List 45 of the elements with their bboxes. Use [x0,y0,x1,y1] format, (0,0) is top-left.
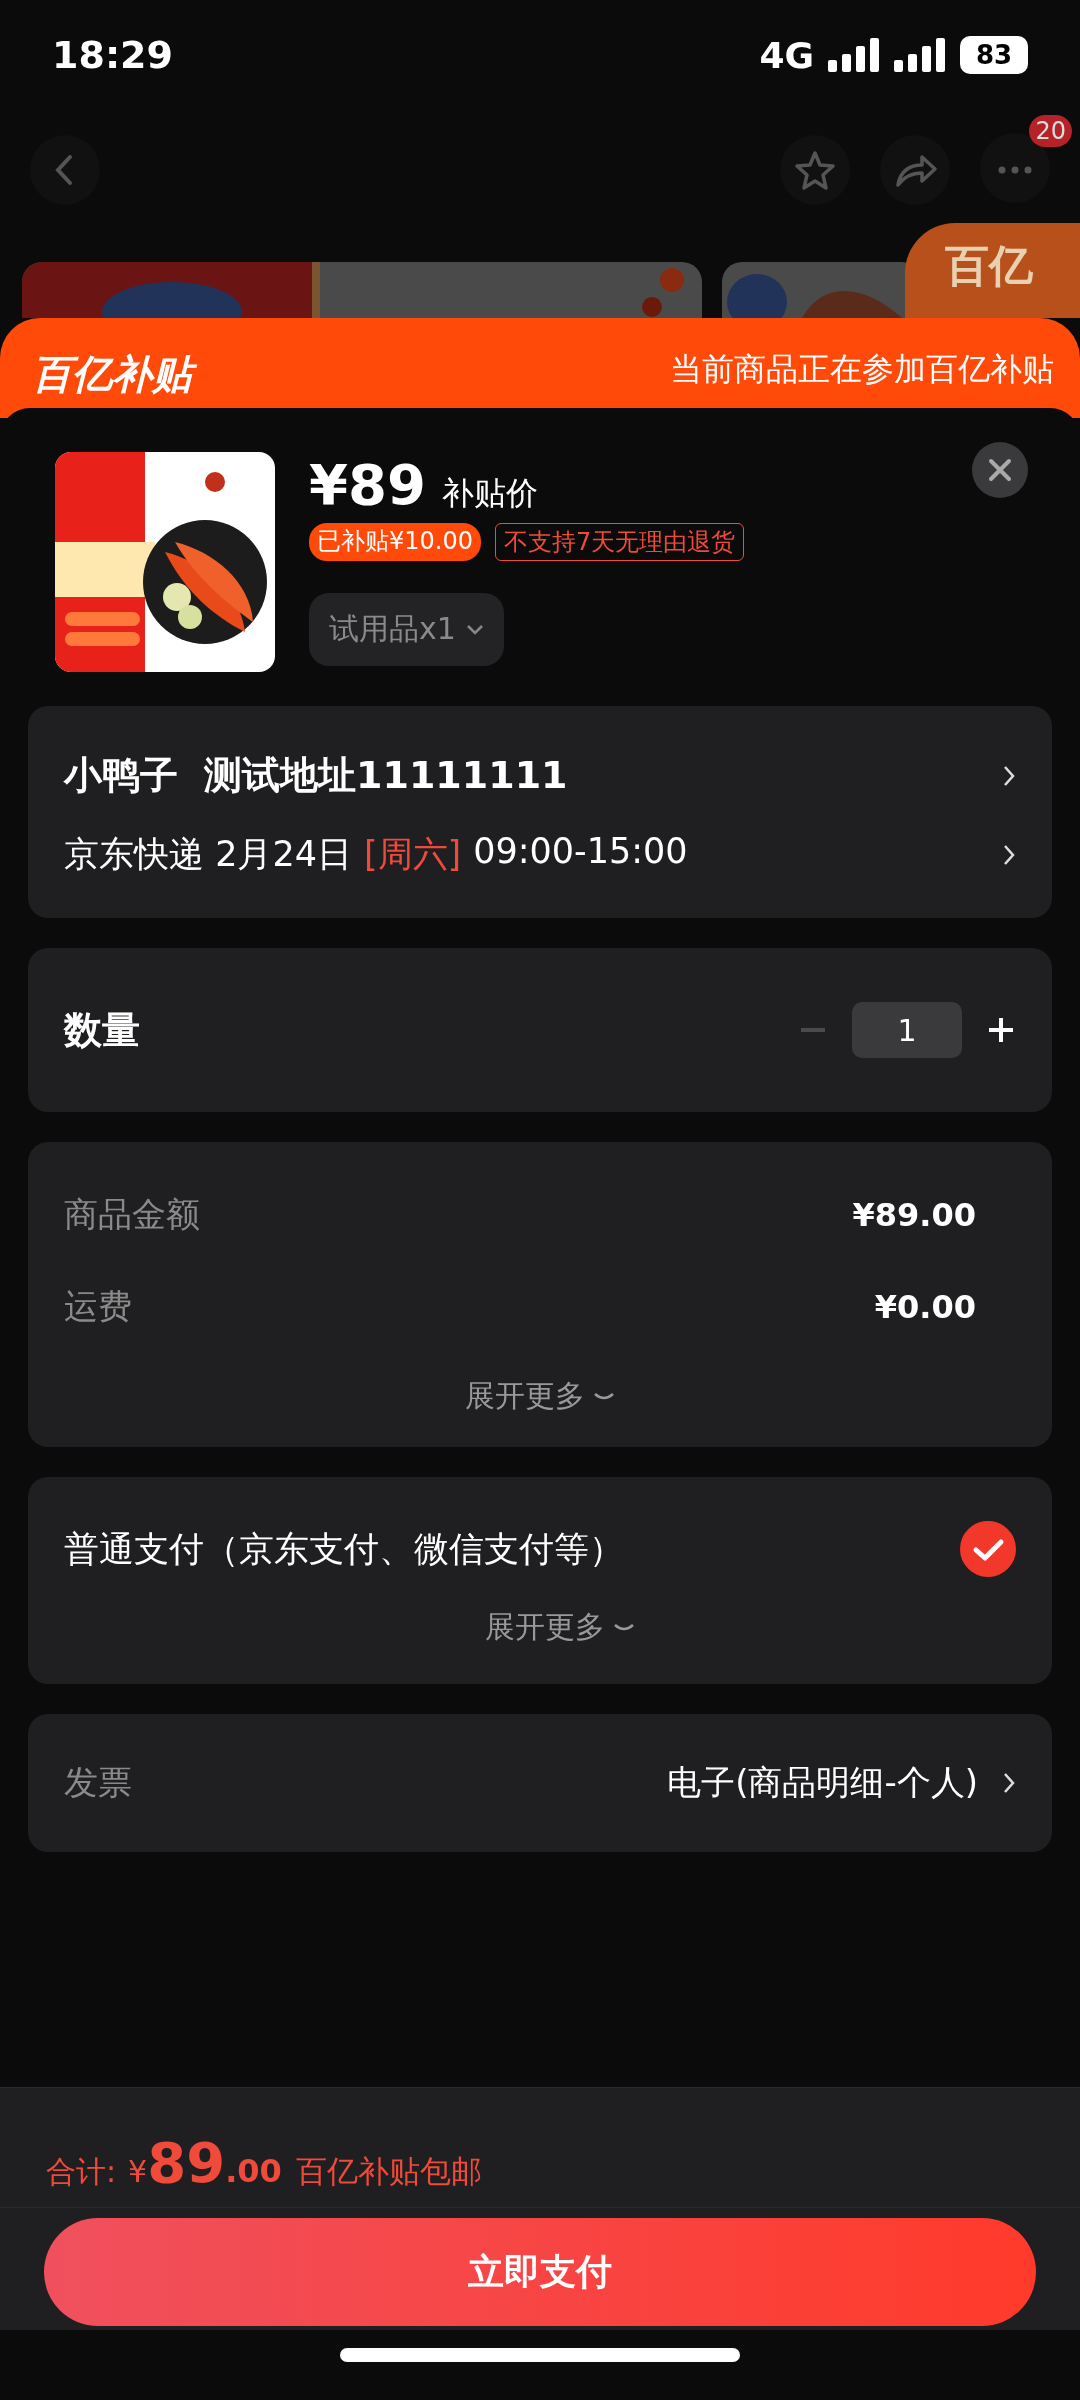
share-icon[interactable] [880,135,950,205]
price-label: 补贴价 [441,473,538,514]
back-icon[interactable] [30,135,100,205]
subsidy-badge: 百亿 [905,223,1080,318]
pay-button[interactable]: 立即支付 [44,2218,1036,2326]
delivery-time: 09:00-15:00 [473,831,688,873]
signal-icon [828,38,880,72]
notification-badge: 20 [1029,115,1072,147]
cost-label: 运费 [64,1285,132,1328]
invoice-label: 发票 [64,1761,132,1804]
signal-icon [894,38,946,72]
payment-option[interactable]: 普通支付（京东支付、微信支付等） [64,1525,624,1573]
address-card[interactable]: 小鸭子 测试地址11111111 京东快递 2月24日 [周六] 09:00-15:00 [28,706,1052,918]
quantity-field[interactable]: 1 [852,1002,962,1058]
cost-value: ¥0.00 [874,1288,976,1326]
spec-selector[interactable]: 试用品x1 [309,593,504,666]
total-decimal: .00 [225,2152,282,2190]
delivery-text: 京东快递 2月24日 [64,833,352,876]
chevron-right-icon [1002,1771,1016,1795]
invoice-value: 电子(商品明细-个人) [667,1761,978,1804]
plus-icon[interactable] [986,1015,1016,1045]
total-label: 合计: [46,2153,117,2191]
cost-value: ¥89.00 [852,1196,976,1234]
expand-more-button[interactable]: 展开更多 [465,1376,615,1417]
cost-label: 商品金额 [64,1193,200,1236]
total-currency: ¥ [128,2154,148,2189]
recipient-name: 小鸭子 [64,752,178,799]
check-icon[interactable] [960,1521,1016,1577]
expand-more-button[interactable]: 展开更多 [485,1607,635,1648]
close-icon[interactable] [972,442,1028,498]
status-time: 18:29 [52,33,173,77]
invoice-card[interactable]: 发票 电子(商品明细-个人) [28,1714,1052,1852]
address-text: 测试地址11111111 [204,752,568,799]
chevron-down-icon [465,623,484,636]
subsidy-logo: 百亿补贴 [28,348,202,400]
price: ¥89 [309,452,426,517]
shipping-note: 百亿补贴包邮 [295,2152,482,2191]
banner-text: 当前商品正在参加百亿补贴 [670,349,1054,390]
product-tag: 已补贴¥10.00 [309,523,481,561]
product-tag: 不支持7天无理由退货 [495,523,745,561]
quantity-label: 数量 [64,1006,140,1054]
network-type: 4G [759,34,814,76]
battery-icon: 83 [960,36,1028,74]
total-amount: 89 [147,2130,226,2195]
delivery-weekday: [周六] [363,833,462,876]
